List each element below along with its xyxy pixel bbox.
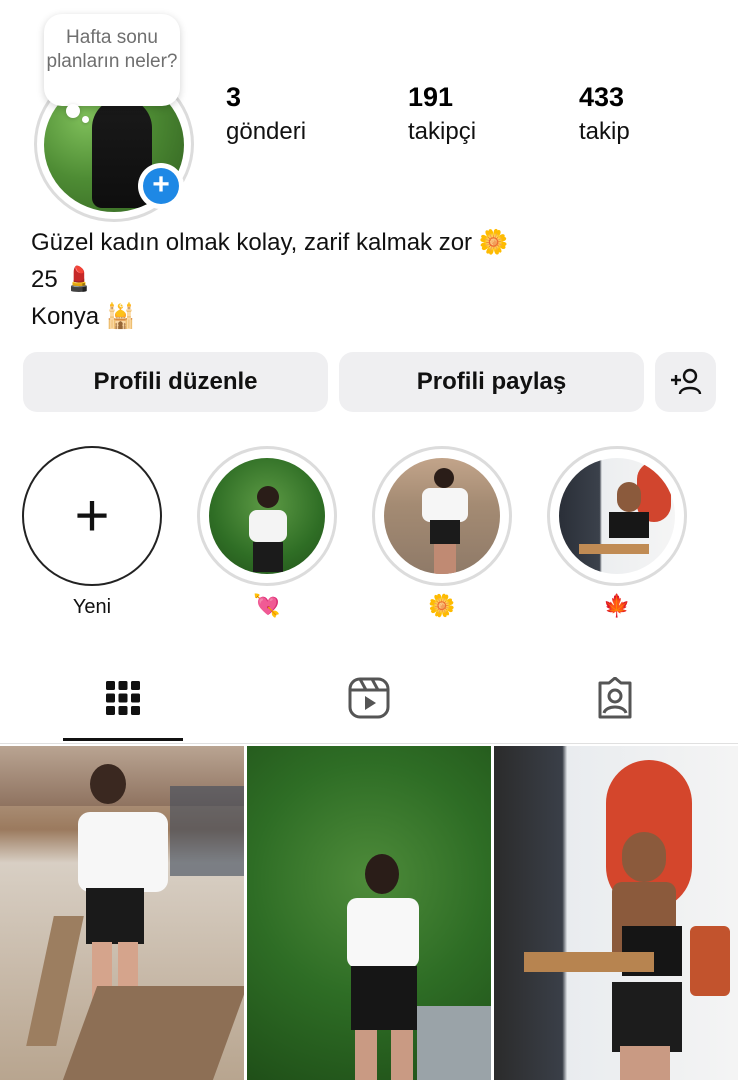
highlight-label: 💘 bbox=[253, 594, 281, 619]
highlight-cover-image bbox=[559, 458, 675, 574]
bio-text-2: 25 bbox=[31, 266, 58, 293]
grid-icon bbox=[106, 681, 140, 715]
following-count: 433 bbox=[579, 82, 625, 112]
tagged-icon bbox=[598, 677, 632, 719]
profile-tabs bbox=[0, 660, 738, 744]
posts-label: gönderi bbox=[226, 118, 307, 145]
highlight-ring bbox=[547, 446, 687, 586]
note-tail bbox=[66, 104, 80, 118]
highlight-item[interactable]: 🌼 bbox=[372, 446, 512, 620]
following-label: takip bbox=[579, 118, 630, 145]
active-tab-indicator bbox=[63, 738, 183, 741]
posts-stat[interactable]: 3 gönderi bbox=[226, 80, 306, 150]
tab-reels[interactable] bbox=[339, 674, 399, 722]
bio-text-1: Güzel kadın olmak kolay, zarif kalmak zo… bbox=[31, 229, 473, 256]
add-person-icon bbox=[670, 368, 701, 395]
lipstick-emoji: 💄 bbox=[64, 265, 95, 293]
share-profile-button[interactable]: Profili paylaş bbox=[339, 352, 644, 412]
highlight-cover-image bbox=[384, 458, 500, 574]
bio-line-3: Konya 🕌 bbox=[31, 298, 509, 335]
daisy-emoji: 🌼 bbox=[478, 228, 509, 256]
followers-stat[interactable]: 191 takipçi bbox=[408, 80, 476, 150]
post-thumbnail[interactable] bbox=[494, 746, 738, 1080]
followers-count: 191 bbox=[408, 82, 454, 112]
note-tail-small bbox=[82, 116, 89, 123]
bio-line-2: 25 💄 bbox=[31, 261, 509, 298]
highlight-ring bbox=[372, 446, 512, 586]
discover-people-button[interactable] bbox=[655, 352, 716, 412]
bio-line-1: Güzel kadın olmak kolay, zarif kalmak zo… bbox=[31, 224, 509, 261]
add-story-button[interactable]: + bbox=[138, 163, 184, 209]
followers-label: takipçi bbox=[408, 118, 477, 145]
edit-profile-button[interactable]: Profili düzenle bbox=[23, 352, 328, 412]
bio-text-3: Konya bbox=[31, 303, 100, 330]
plus-icon: + bbox=[74, 482, 110, 549]
plus-icon: + bbox=[143, 168, 179, 204]
highlight-item[interactable]: 💘 bbox=[197, 446, 337, 620]
mosque-emoji: 🕌 bbox=[105, 302, 136, 330]
posts-count: 3 bbox=[226, 82, 242, 112]
following-stat[interactable]: 433 takip bbox=[579, 80, 630, 150]
post-thumbnail[interactable] bbox=[247, 746, 491, 1080]
highlight-label: 🌼 bbox=[428, 594, 456, 619]
tab-posts[interactable] bbox=[93, 674, 153, 722]
note-bubble[interactable]: Hafta sonu planların neler? bbox=[44, 14, 180, 106]
note-text: Hafta sonu planların neler? bbox=[46, 27, 178, 72]
highlight-cover-image bbox=[209, 458, 325, 574]
bio: Güzel kadın olmak kolay, zarif kalmak zo… bbox=[31, 224, 509, 335]
highlight-ring bbox=[197, 446, 337, 586]
post-thumbnail[interactable] bbox=[0, 746, 244, 1080]
highlight-label: 🍁 bbox=[603, 594, 631, 619]
highlight-new[interactable]: + Yeni bbox=[22, 446, 162, 620]
highlight-new-ring: + bbox=[22, 446, 162, 586]
highlight-item[interactable]: 🍁 bbox=[547, 446, 687, 620]
highlight-label: Yeni bbox=[72, 596, 112, 618]
tab-tagged[interactable] bbox=[585, 674, 645, 722]
reels-icon bbox=[348, 677, 390, 719]
